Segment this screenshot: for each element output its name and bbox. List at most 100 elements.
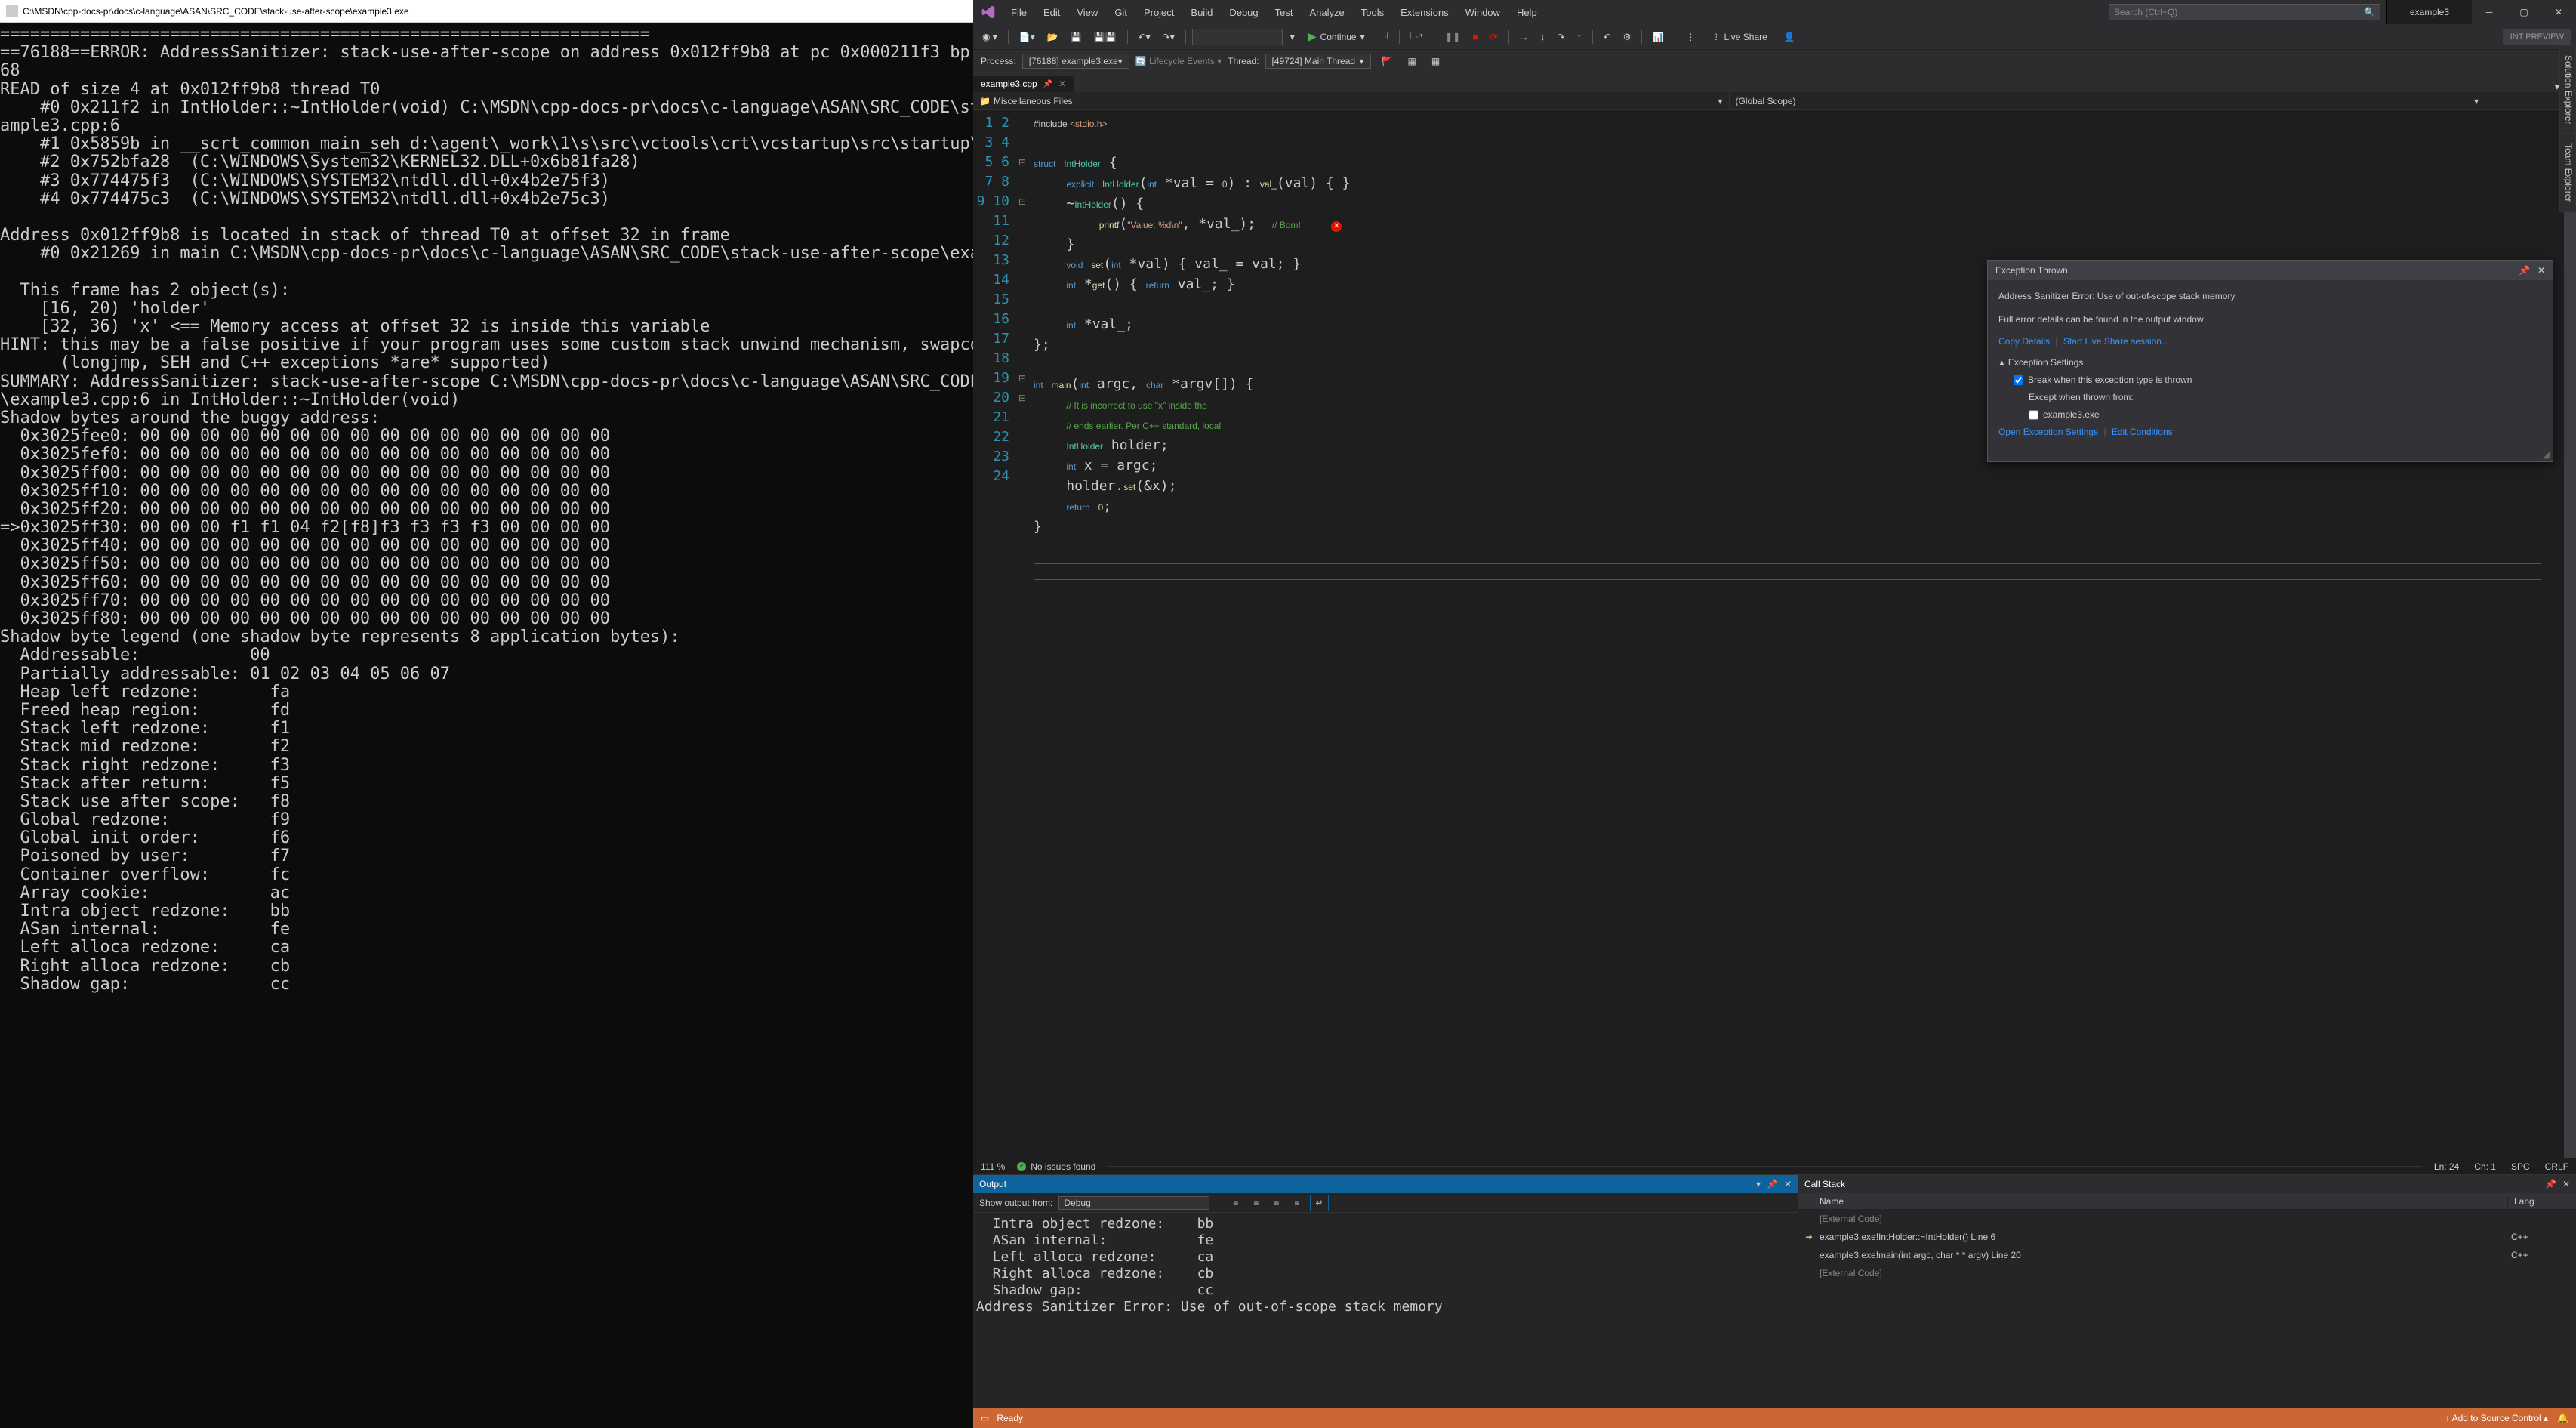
save-button[interactable]: 💾 (1066, 29, 1086, 45)
pause-button[interactable]: ❚❚ (1441, 29, 1465, 45)
menu-debug[interactable]: Debug (1222, 4, 1265, 21)
menu-help[interactable]: Help (1509, 4, 1545, 21)
menu-file[interactable]: File (1003, 4, 1034, 21)
console-output[interactable]: ========================================… (0, 23, 973, 1428)
issues-text[interactable]: No issues found (1031, 1161, 1095, 1172)
output-dropdown-icon[interactable]: ▾ (1756, 1179, 1761, 1189)
output-text[interactable]: Intra object redzone: bb ASan internal: … (973, 1213, 1798, 1408)
step-next-button[interactable]: → (1515, 29, 1533, 45)
line-indicator[interactable]: Ln: 24 (2434, 1161, 2459, 1172)
debug-tool-b[interactable]: ▦ (1427, 54, 1444, 69)
toolbar-btn-e[interactable]: 📊 (1648, 29, 1669, 45)
code-editor[interactable]: 1 2 3 4 5 6 7 8 9 10 11 12 13 14 15 16 1… (973, 110, 2576, 1158)
notifications-icon[interactable]: 🔔 (2557, 1413, 2568, 1423)
pin-icon[interactable]: 📌 (1043, 80, 1052, 88)
nav-scope-1[interactable]: 📁Miscellaneous Files▾ (973, 92, 1730, 109)
break-checkbox[interactable] (2014, 375, 2023, 385)
save-all-button[interactable]: 💾💾 (1089, 29, 1121, 45)
continue-button[interactable]: ▶Continue▾ (1302, 28, 1371, 45)
resize-grip-icon[interactable]: ◢ (1988, 449, 2553, 461)
add-source-control[interactable]: ↑ Add to Source Control ▴ (2445, 1413, 2548, 1423)
toolbar-btn-a[interactable]: 🗔 (1374, 26, 1393, 47)
live-share-button[interactable]: ⇪ Live Share (1702, 32, 1776, 42)
toolbar-btn-b[interactable]: 🗔▾ (1406, 26, 1428, 47)
exception-pin-icon[interactable]: 📌 (2519, 265, 2530, 276)
open-button[interactable]: 📂 (1043, 29, 1063, 45)
menu-extensions[interactable]: Extensions (1393, 4, 1456, 21)
maximize-button[interactable]: ▢ (2507, 0, 2541, 24)
team-explorer-tab[interactable]: Team Explorer (2559, 134, 2576, 211)
nav-back-button[interactable]: ◉ ▾ (978, 29, 1002, 45)
callstack-header[interactable]: Call Stack 📌 ✕ (1798, 1175, 2576, 1193)
callstack-row[interactable]: [External Code] (1798, 1264, 2576, 1282)
step-into-button[interactable]: ↓ (1536, 29, 1550, 45)
lifecycle-events[interactable]: 🔄 Lifecycle Events ▾ (1135, 56, 1222, 66)
solution-explorer-tab[interactable]: Solution Explorer (2559, 45, 2576, 134)
output-source-dropdown[interactable]: Debug (1058, 1196, 1209, 1210)
open-exception-settings-link[interactable]: Open Exception Settings (1998, 427, 2098, 437)
output-tool-a[interactable]: ≡ (1228, 1195, 1243, 1211)
platform-dropdown[interactable]: ▾ (1286, 29, 1299, 45)
callstack-columns[interactable]: Name Lang (1798, 1193, 2576, 1210)
stop-button[interactable]: ■ (1468, 29, 1482, 45)
output-tool-c[interactable]: ≡ (1269, 1195, 1283, 1211)
exception-close-icon[interactable]: ✕ (2537, 265, 2545, 276)
toolbar-btn-c[interactable]: ↶ (1599, 29, 1616, 45)
edit-conditions-link[interactable]: Edit Conditions (2112, 427, 2173, 437)
step-over-button[interactable]: ↷ (1553, 29, 1570, 45)
thread-dropdown[interactable]: [49724] Main Thread▾ (1265, 54, 1371, 69)
exception-header[interactable]: Exception Thrown 📌 ✕ (1988, 261, 2553, 280)
callstack-row[interactable]: ➜example3.exe!IntHolder::~IntHolder() Li… (1798, 1228, 2576, 1246)
except-exe-checkbox[interactable] (2029, 410, 2038, 420)
menu-window[interactable]: Window (1458, 4, 1508, 21)
output-tool-wrap[interactable]: ↵ (1310, 1195, 1328, 1211)
close-button[interactable]: ✕ (2541, 0, 2576, 24)
menu-view[interactable]: View (1069, 4, 1105, 21)
start-liveshare-link[interactable]: Start Live Share session... (2063, 336, 2169, 347)
menu-edit[interactable]: Edit (1036, 4, 1068, 21)
menu-project[interactable]: Project (1136, 4, 1182, 21)
break-checkbox-row[interactable]: Break when this exception type is thrown (2014, 373, 2542, 387)
menu-build[interactable]: Build (1183, 4, 1220, 21)
output-tool-d[interactable]: ≡ (1290, 1195, 1304, 1211)
callstack-row[interactable]: [External Code] (1798, 1210, 2576, 1228)
step-out-button[interactable]: ↑ (1573, 29, 1586, 45)
fold-column[interactable]: ⊟⊟⊟⊟ (1018, 110, 1034, 1158)
menu-tools[interactable]: Tools (1354, 4, 1391, 21)
console-titlebar[interactable]: C:\MSDN\cpp-docs-pr\docs\c-language\ASAN… (0, 0, 973, 23)
debug-tool-a[interactable]: ▦ (1403, 54, 1420, 69)
error-glyph-icon[interactable]: ✕ (1331, 221, 1342, 232)
exception-settings-header[interactable]: ▲Exception Settings (1998, 356, 2542, 370)
config-dropdown[interactable] (1192, 29, 1283, 45)
callstack-pin-icon[interactable]: 📌 (2545, 1179, 2556, 1189)
zoom-level[interactable]: 111 % (981, 1161, 1005, 1172)
restart-button[interactable]: ⟳ (1485, 29, 1502, 45)
char-indicator[interactable]: Ch: 1 (2474, 1161, 2496, 1172)
toolbar-btn-f[interactable]: ⋮ (1681, 29, 1699, 45)
callstack-row[interactable]: example3.exe!main(int argc, char * * arg… (1798, 1246, 2576, 1264)
file-tab-example3[interactable]: example3.cpp 📌 ✕ (973, 76, 1074, 92)
search-input[interactable]: Search (Ctrl+Q) 🔍 (2109, 4, 2380, 20)
lineending-indicator[interactable]: CRLF (2545, 1161, 2568, 1172)
output-tool-b[interactable]: ≡ (1249, 1195, 1263, 1211)
debug-flag-button[interactable]: 🚩 (1377, 54, 1397, 69)
output-close-icon[interactable]: ✕ (1784, 1179, 1792, 1189)
except-exe-row[interactable]: example3.exe (2029, 408, 2542, 422)
callstack-close-icon[interactable]: ✕ (2562, 1179, 2570, 1189)
redo-button[interactable]: ↷▾ (1158, 29, 1179, 45)
undo-button[interactable]: ↶▾ (1134, 29, 1155, 45)
output-pin-icon[interactable]: 📌 (1767, 1179, 1778, 1189)
process-dropdown[interactable]: [76188] example3.exe▾ (1022, 54, 1129, 69)
titlebar[interactable]: File Edit View Git Project Build Debug T… (973, 0, 2576, 24)
toolbar-btn-d[interactable]: ⚙ (1619, 29, 1636, 45)
spaces-indicator[interactable]: SPC (2511, 1161, 2530, 1172)
output-header[interactable]: Output ▾ 📌 ✕ (973, 1175, 1798, 1193)
callstack-lang-col[interactable]: Lang (2508, 1196, 2576, 1207)
new-item-button[interactable]: 📄▾ (1015, 29, 1040, 45)
feedback-button[interactable]: 👤 (1779, 29, 1800, 45)
menu-test[interactable]: Test (1268, 4, 1301, 21)
copy-details-link[interactable]: Copy Details (1998, 336, 2050, 347)
menu-analyze[interactable]: Analyze (1302, 4, 1351, 21)
minimize-button[interactable]: ─ (2472, 0, 2507, 24)
menu-git[interactable]: Git (1107, 4, 1135, 21)
